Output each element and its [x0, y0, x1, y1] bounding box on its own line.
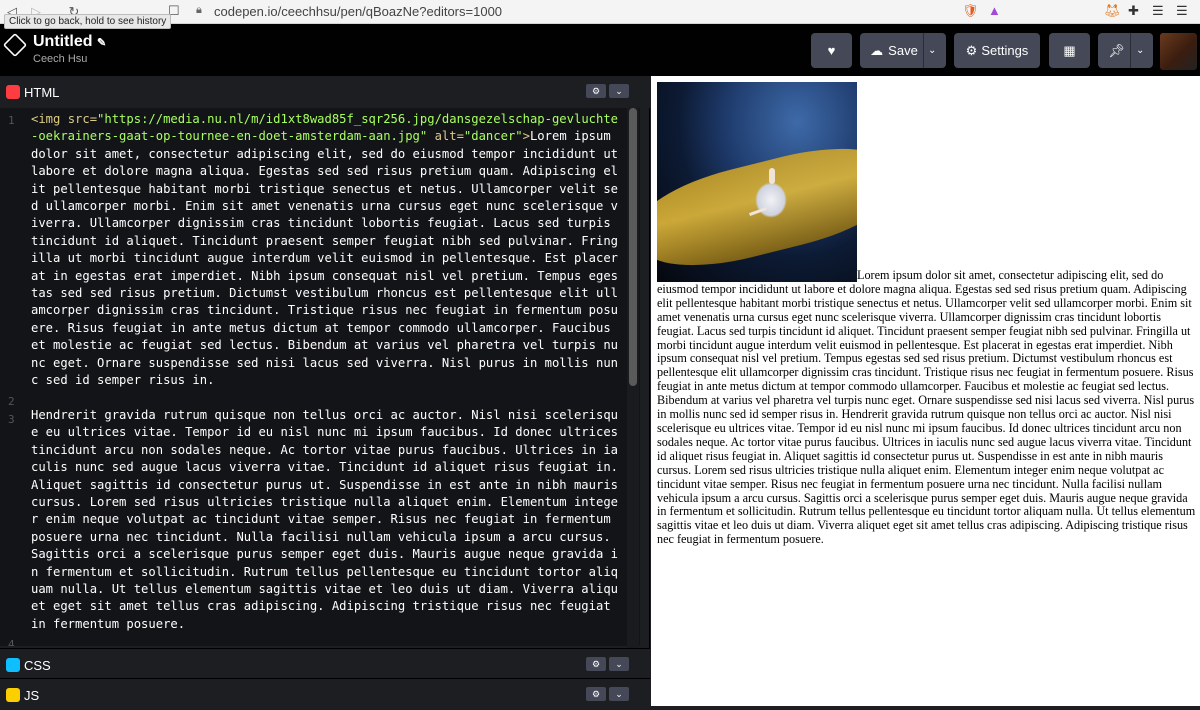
- playlist-icon[interactable]: ☰: [1152, 3, 1164, 19]
- gear-icon: ⚙: [965, 42, 978, 58]
- save-divider: [923, 33, 924, 68]
- code-tag-close: >: [522, 129, 530, 144]
- browser-toolbar: ◁ ▷ ↻ Click to go back, hold to see hist…: [0, 0, 1200, 29]
- css-collapse-icon[interactable]: ⌄: [609, 657, 629, 671]
- html-icon: [6, 85, 20, 99]
- line-number: 3: [8, 413, 15, 426]
- brave-rewards-icon[interactable]: ▲: [988, 3, 1001, 18]
- line-number: 2: [8, 395, 15, 408]
- dancer-torso: [769, 168, 775, 184]
- settings-button[interactable]: ⚙ Settings: [954, 33, 1040, 68]
- codepen-logo-icon[interactable]: [2, 32, 28, 58]
- back-tooltip: Click to go back, hold to see history: [4, 14, 172, 29]
- address-bar[interactable]: codepen.io/ceechhsu/pen/qBoazNe?editors=…: [214, 4, 502, 19]
- code-tag-open: <img: [31, 112, 68, 126]
- lock-icon: 🔒︎: [196, 4, 202, 16]
- settings-label: Settings: [981, 43, 1029, 58]
- code-line1-text: Lorem ipsum dolor sit amet, consectetur …: [31, 129, 626, 388]
- cloud-icon: ☁: [870, 42, 884, 58]
- save-dropdown-icon[interactable]: ⌄: [928, 45, 936, 56]
- css-panel-label[interactable]: CSS: [24, 658, 51, 673]
- line-number: 1: [8, 114, 15, 127]
- metamask-icon[interactable]: 🦊︎: [1104, 3, 1121, 19]
- extensions-icon[interactable]: ✚: [1128, 3, 1139, 19]
- love-button[interactable]: ♥: [811, 33, 852, 68]
- editor-scrollbar[interactable]: [629, 108, 637, 386]
- save-label: Save: [888, 43, 918, 58]
- html-settings-icon[interactable]: ⚙: [586, 84, 606, 98]
- menu-icon[interactable]: ☰: [1176, 3, 1188, 19]
- html-panel-header: HTML ⚙ ⌄: [0, 76, 650, 108]
- js-panel-header: JS ⚙ ⌄: [0, 678, 650, 710]
- js-icon: [6, 688, 20, 702]
- pen-title-text: Untitled: [33, 33, 93, 50]
- pin-dropdown-icon[interactable]: ⌄: [1136, 45, 1144, 56]
- html-collapse-icon[interactable]: ⌄: [609, 84, 629, 98]
- pin-divider: [1130, 33, 1131, 68]
- css-settings-icon[interactable]: ⚙: [586, 657, 606, 671]
- html-panel-label[interactable]: HTML: [24, 85, 59, 100]
- preview-pane: Lorem ipsum dolor sit amet, consectetur …: [651, 76, 1200, 706]
- pin-icon: 📌︎: [1108, 42, 1125, 58]
- css-icon: [6, 658, 20, 672]
- code-line3-text: Hendrerit gravida rutrum quisque non tel…: [31, 407, 626, 631]
- css-panel-header: CSS ⚙ ⌄: [0, 648, 650, 680]
- code-text: <img src="https://media.nu.nl/m/id1xt8wa…: [31, 111, 621, 633]
- code-alt-value: "dancer": [463, 129, 523, 144]
- js-collapse-icon[interactable]: ⌄: [609, 687, 629, 701]
- preview-paragraph: Lorem ipsum dolor sit amet, consectetur …: [657, 268, 1197, 547]
- pen-author[interactable]: Ceech Hsu: [33, 53, 87, 65]
- dancer-image: [657, 82, 857, 282]
- preview-text: Lorem ipsum dolor sit amet, consectetur …: [657, 268, 1196, 547]
- layout-button[interactable]: ▦: [1049, 33, 1090, 68]
- html-code-editor[interactable]: 1 2 3 4 <img src="https://media.nu.nl/m/…: [0, 108, 640, 646]
- heart-icon: ♥: [827, 43, 836, 58]
- layout-icon: ▦: [1063, 42, 1076, 58]
- dancer-figure: [755, 182, 787, 218]
- pencil-icon[interactable]: ✎: [97, 37, 106, 49]
- code-attr-src: src=: [67, 112, 98, 126]
- code-attr-alt: alt=: [427, 129, 464, 144]
- codepen-header: Untitled ✎ Ceech Hsu ♥ ☁ Save ⌄ ⚙ Settin…: [0, 24, 1200, 76]
- pin-button[interactable]: 📌︎ ⌄: [1098, 33, 1153, 68]
- avatar[interactable]: [1160, 33, 1197, 70]
- js-settings-icon[interactable]: ⚙: [586, 687, 606, 701]
- line-number: 4: [8, 638, 15, 646]
- js-panel-label[interactable]: JS: [24, 688, 39, 703]
- pen-title[interactable]: Untitled ✎: [33, 33, 106, 51]
- brave-shield-icon[interactable]: 🛡︎: [962, 3, 979, 19]
- save-button[interactable]: ☁ Save ⌄: [860, 33, 946, 68]
